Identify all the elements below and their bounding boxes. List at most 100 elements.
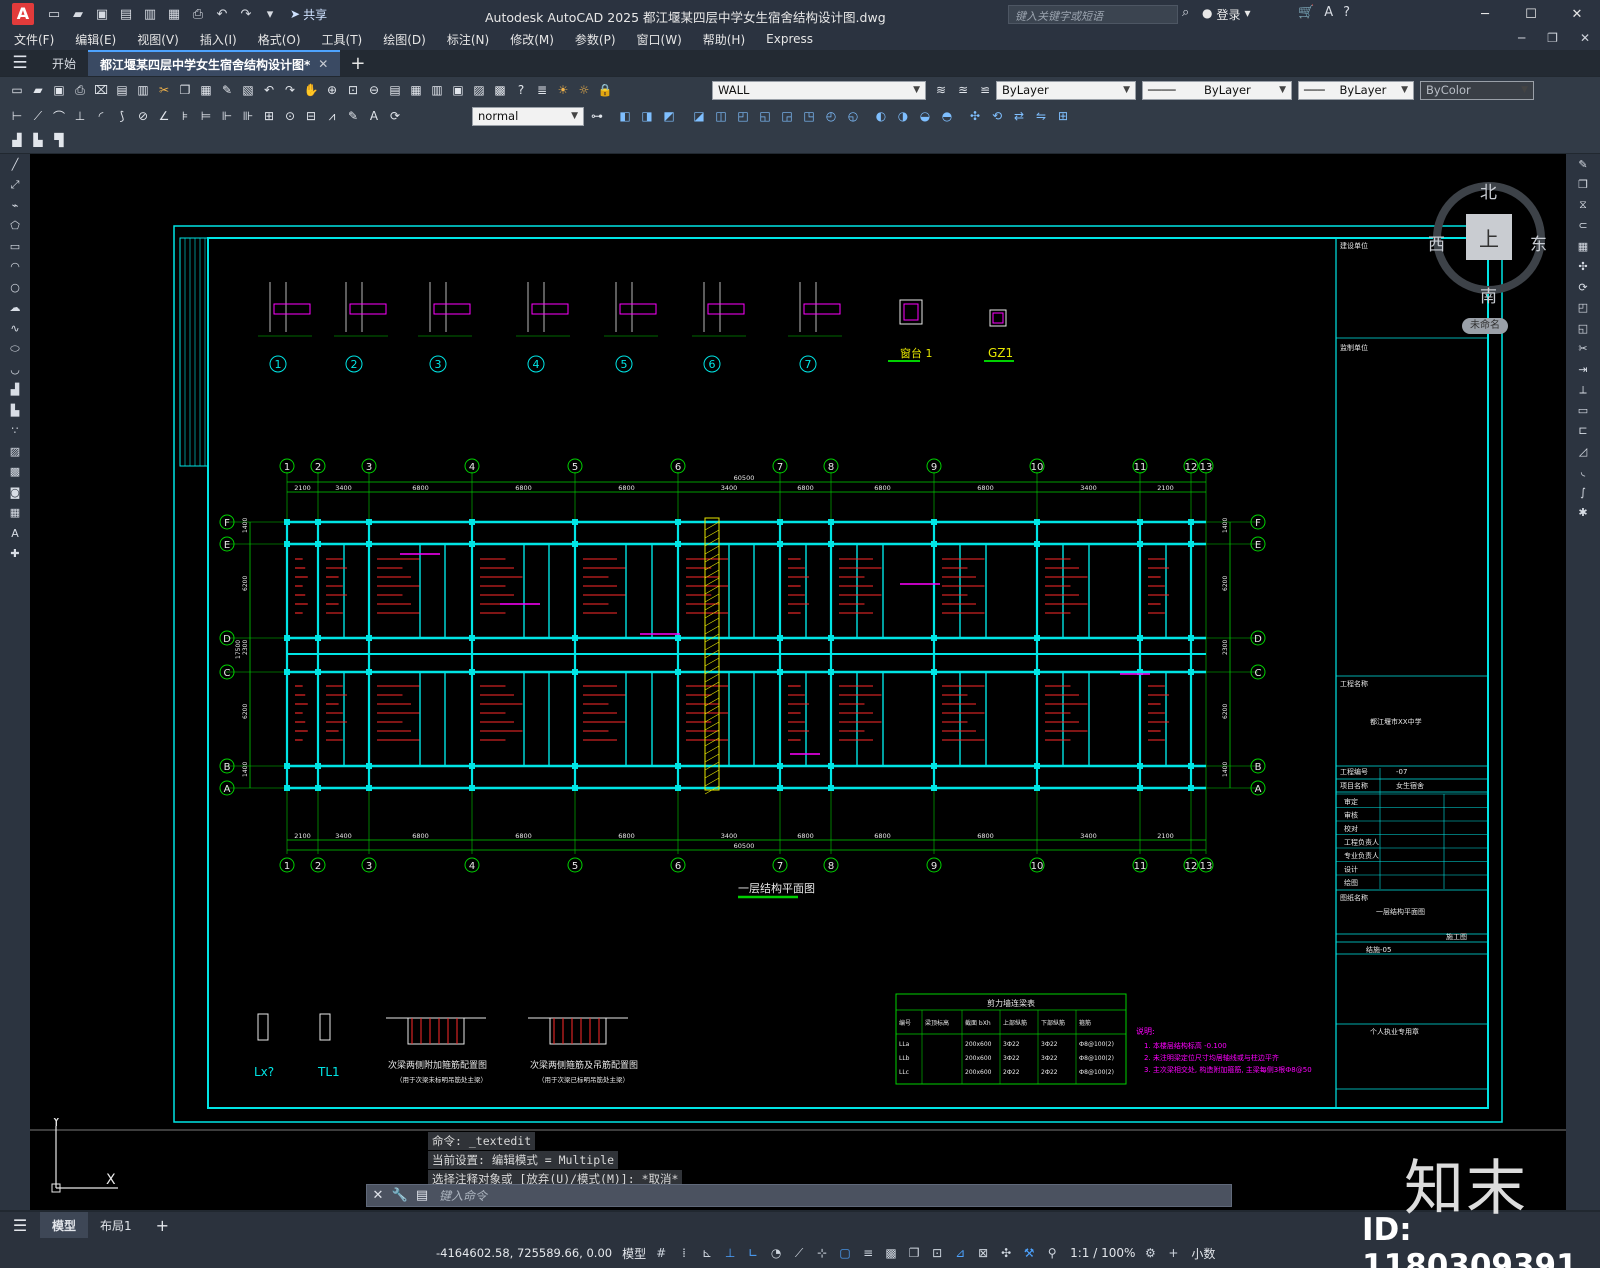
polygon-icon[interactable]: ⬠	[0, 216, 30, 237]
gizmo-icon[interactable]: ✣	[998, 1244, 1014, 1262]
ordinate-icon[interactable]: ⊥	[71, 107, 89, 125]
close-icon[interactable]: ✕	[1554, 0, 1600, 28]
doc-restore-icon[interactable]: ❐	[1547, 31, 1558, 45]
open-icon[interactable]: ▰	[29, 81, 47, 99]
rotate-icon[interactable]: ⟳	[1566, 277, 1600, 298]
viewcube[interactable]: 北 南 东 西 上 未命名	[1428, 166, 1552, 334]
cursor-coordinates[interactable]: -4164602.58, 725589.66, 0.00	[436, 1246, 612, 1260]
move-3d-icon[interactable]: ✣	[966, 107, 984, 125]
dim-space-icon[interactable]: ⊪	[239, 107, 257, 125]
explode-icon[interactable]: ✱	[1566, 503, 1600, 524]
linear-dim-icon[interactable]: ⊢	[8, 107, 26, 125]
save-as-icon[interactable]: ▤	[116, 4, 136, 24]
dynamic-ucs-icon[interactable]: ⊿	[952, 1244, 968, 1262]
point-icon[interactable]: ∵	[0, 421, 30, 442]
menu-window[interactable]: 窗口(W)	[637, 31, 682, 48]
match-properties-icon[interactable]: ✎	[218, 81, 236, 99]
menu-insert[interactable]: 插入(I)	[200, 31, 237, 48]
make-block-icon[interactable]: ▙	[0, 400, 30, 421]
tab-active-drawing[interactable]: 都江堰某四层中学女生宿舍结构设计图* ✕	[88, 50, 341, 76]
annotation-visibility-icon[interactable]: ⚒	[1021, 1244, 1037, 1262]
box-icon[interactable]: ◧	[616, 107, 634, 125]
new-icon[interactable]: ▭	[8, 81, 26, 99]
search-input[interactable]: 键入关键字或短语	[1008, 5, 1178, 24]
inspection-icon[interactable]: ⊟	[302, 107, 320, 125]
lineweight-icon[interactable]: ≡	[860, 1244, 876, 1262]
layer-states-icon[interactable]: ≌	[976, 81, 994, 99]
auto-scale-icon[interactable]: ⚲	[1044, 1244, 1060, 1262]
slice-icon[interactable]: ◰	[734, 107, 752, 125]
3d-print-icon[interactable]: ▥	[134, 81, 152, 99]
subtract-icon[interactable]: ◳	[800, 107, 818, 125]
break-at-point-icon[interactable]: ⟂	[1566, 380, 1600, 401]
compass-north[interactable]: 北	[1480, 178, 1497, 203]
mirror-3d-icon[interactable]: ⇋	[1032, 107, 1050, 125]
insert-block-icon[interactable]: ▟	[0, 380, 30, 401]
baseline-icon[interactable]: ⊨	[197, 107, 215, 125]
dim-text-edit-icon[interactable]: A	[365, 107, 383, 125]
quickcalc-icon[interactable]: ▩	[491, 81, 509, 99]
publish-icon[interactable]: ▤	[113, 81, 131, 99]
ellipse-icon[interactable]: ⬭	[0, 339, 30, 360]
menu-edit[interactable]: 编辑(E)	[75, 31, 116, 48]
compass-west[interactable]: 西	[1428, 230, 1445, 255]
ortho-icon[interactable]: ∟	[745, 1244, 761, 1262]
make-block-icon[interactable]: ▙	[29, 131, 47, 149]
dimstyle-dropdown[interactable]: normal ▼	[472, 106, 584, 126]
new-tab-icon[interactable]: +	[350, 53, 365, 74]
autocad-logo[interactable]: A	[12, 3, 34, 25]
line-icon[interactable]: ╱	[0, 154, 30, 175]
markup-icon[interactable]: ▨	[470, 81, 488, 99]
menu-format[interactable]: 格式(O)	[258, 31, 301, 48]
snap-icon[interactable]: ⁞	[676, 1244, 692, 1262]
torus-icon[interactable]: ◓	[938, 107, 956, 125]
plot-icon[interactable]: ⎙	[71, 81, 89, 99]
menu-tools[interactable]: 工具(T)	[322, 31, 363, 48]
add-selected-icon[interactable]: ✚	[0, 544, 30, 565]
continue-icon[interactable]: ⊩	[218, 107, 236, 125]
tab-start[interactable]: 开始	[40, 50, 88, 76]
doc-close-icon[interactable]: ✕	[1580, 31, 1590, 45]
spline-icon[interactable]: ∿	[0, 318, 30, 339]
intersect-icon[interactable]: ◴	[822, 107, 840, 125]
save-icon[interactable]: ▣	[92, 4, 112, 24]
layout-menu-icon[interactable]: ☰	[0, 1212, 40, 1238]
menu-modify[interactable]: 修改(M)	[510, 31, 554, 48]
sphere-icon[interactable]: ◐	[872, 107, 890, 125]
quick-dim-icon[interactable]: ⊧	[176, 107, 194, 125]
plot-preview-icon[interactable]: ⌧	[92, 81, 110, 99]
offset-icon[interactable]: ⊂	[1566, 216, 1600, 237]
minimize-icon[interactable]: ─	[1462, 0, 1508, 28]
tool-palettes-icon[interactable]: ▥	[428, 81, 446, 99]
login-button[interactable]: ● 登录 ▾	[1202, 6, 1251, 23]
cut-icon[interactable]: ✂	[155, 81, 173, 99]
array-3d-icon[interactable]: ⊞	[1054, 107, 1072, 125]
menu-parametric[interactable]: 参数(P)	[575, 31, 616, 48]
cone-icon[interactable]: ◒	[916, 107, 934, 125]
copy-icon[interactable]: ❐	[1566, 175, 1600, 196]
model-space-button[interactable]: 模型	[622, 1245, 646, 1262]
copy-icon[interactable]: ❐	[176, 81, 194, 99]
redo-icon[interactable]: ↷	[281, 81, 299, 99]
wedge-icon[interactable]: ◨	[638, 107, 656, 125]
units-dropdown[interactable]: 小数	[1191, 1245, 1215, 1262]
layer-previous-icon[interactable]: ≊	[954, 81, 972, 99]
paste-icon[interactable]: ▦	[197, 81, 215, 99]
help-icon[interactable]: ?	[1343, 5, 1350, 20]
new-file-icon[interactable]: ▭	[44, 4, 64, 24]
autodesk-a360-icon[interactable]: A	[1324, 5, 1333, 20]
chamfer-icon[interactable]: ◿	[1566, 441, 1600, 462]
plotstyle-dropdown[interactable]: ByColor ▼	[1420, 80, 1534, 100]
undo-icon[interactable]: ↶	[260, 81, 278, 99]
cart-icon[interactable]: 🛒	[1298, 5, 1314, 20]
menu-draw[interactable]: 绘图(D)	[383, 31, 426, 48]
circle-icon[interactable]: ○	[0, 277, 30, 298]
linetype-dropdown[interactable]: ──── ByLayer ▼	[1142, 80, 1292, 100]
region-icon[interactable]: ◙	[0, 482, 30, 503]
print-icon[interactable]: ⎙	[188, 4, 208, 24]
cylinder-icon[interactable]: ◑	[894, 107, 912, 125]
open-folder-icon[interactable]: ▰	[68, 4, 88, 24]
interfere-icon[interactable]: ◲	[778, 107, 796, 125]
block-editor-icon[interactable]: ▧	[239, 81, 257, 99]
array-icon[interactable]: ▦	[1566, 236, 1600, 257]
